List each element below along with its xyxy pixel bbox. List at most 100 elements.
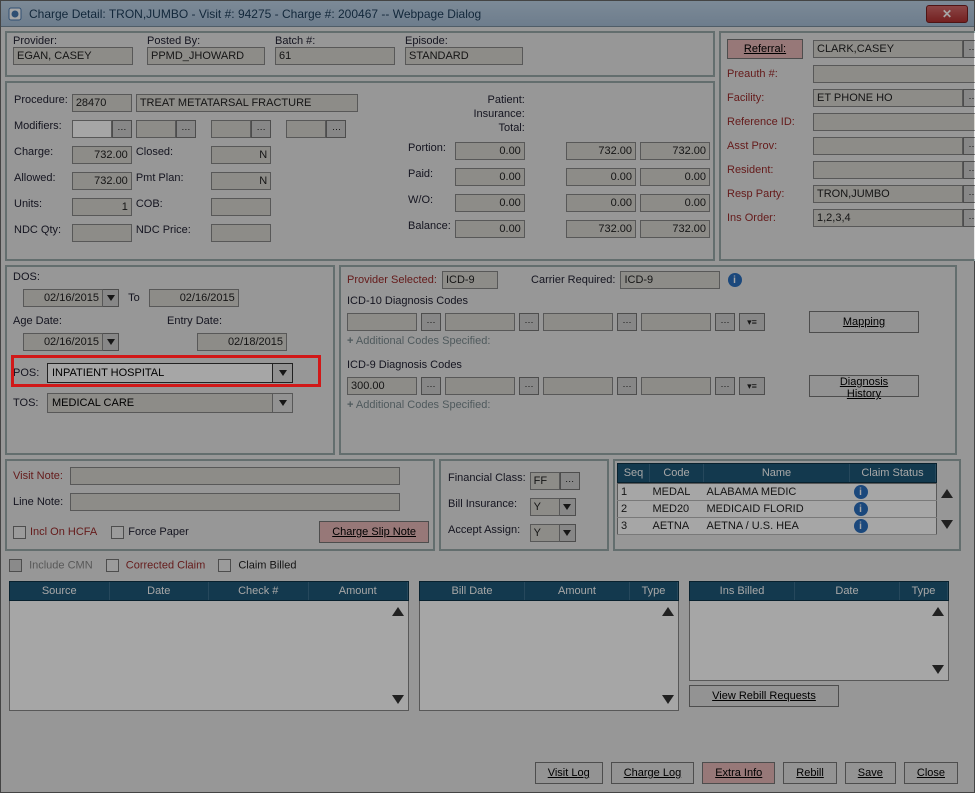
resident-lookup-button[interactable]: ⋯ — [963, 161, 975, 179]
icd10-code1-field[interactable] — [347, 313, 417, 331]
table-row[interactable]: 3 AETNA AETNA / U.S. HEA i — [618, 518, 937, 535]
cob-field[interactable] — [211, 198, 271, 216]
pos-select[interactable] — [47, 363, 293, 383]
charge-slip-button[interactable]: Charge Slip Note — [319, 521, 429, 543]
scroll-down-button[interactable] — [941, 520, 953, 529]
linenote-field[interactable] — [70, 493, 400, 511]
ins-lookup-button[interactable]: ⋯ — [963, 209, 975, 227]
allowed-field[interactable] — [72, 172, 132, 190]
icd9-code3-field[interactable] — [543, 377, 613, 395]
referral-button[interactable]: Referral: — [727, 39, 803, 59]
procedure-desc-field[interactable] — [136, 94, 358, 112]
scroll-up-button[interactable] — [392, 607, 404, 616]
mapping-button[interactable]: Mapping — [809, 311, 919, 333]
icd10-code4-lookup[interactable]: ⋯ — [715, 313, 735, 331]
table-row[interactable]: 1 MEDAL ALABAMA MEDIC i — [618, 484, 937, 501]
icd9-code1-field[interactable] — [347, 377, 417, 395]
refid-field[interactable] — [813, 113, 975, 131]
icd10-code1-lookup[interactable]: ⋯ — [421, 313, 441, 331]
bi-dropdown[interactable] — [560, 498, 576, 516]
icd10-code3-lookup[interactable]: ⋯ — [617, 313, 637, 331]
modifier4-field[interactable] — [286, 120, 326, 138]
resp-field[interactable] — [813, 185, 963, 203]
info-icon[interactable]: i — [854, 519, 868, 533]
tos-input[interactable] — [47, 393, 273, 413]
visit-log-button[interactable]: Visit Log — [535, 762, 603, 784]
claim-billed-checkbox[interactable] — [218, 559, 231, 572]
view-rebill-button[interactable]: View Rebill Requests — [689, 685, 839, 707]
save-button[interactable]: Save — [845, 762, 896, 784]
fc-lookup-button[interactable]: ⋯ — [560, 472, 580, 490]
table-row[interactable]: 2 MED20 MEDICAID FLORID i — [618, 501, 937, 518]
ins-field[interactable] — [813, 209, 963, 227]
scroll-up-button[interactable] — [932, 607, 944, 616]
tos-select[interactable] — [47, 393, 293, 413]
info-icon[interactable]: i — [854, 485, 868, 499]
incl-hcfa-checkbox[interactable] — [13, 526, 26, 539]
procedure-code-field[interactable] — [72, 94, 132, 112]
entry-field[interactable] — [197, 333, 287, 351]
carreq-info-icon[interactable]: i — [728, 273, 742, 287]
window-close-button[interactable]: ✕ — [926, 5, 968, 23]
force-paper-checkbox[interactable] — [111, 526, 124, 539]
rebill-button[interactable]: Rebill — [783, 762, 837, 784]
icd9-code3-lookup[interactable]: ⋯ — [617, 377, 637, 395]
include-cmn-checkbox[interactable] — [9, 559, 22, 572]
scroll-up-button[interactable] — [662, 607, 674, 616]
facility-field[interactable] — [813, 89, 963, 107]
modifier3-field[interactable] — [211, 120, 251, 138]
episode-field[interactable] — [405, 47, 523, 65]
aa-field[interactable] — [530, 524, 560, 542]
resident-field[interactable] — [813, 161, 963, 179]
scroll-down-button[interactable] — [662, 695, 674, 704]
charge-field[interactable] — [72, 146, 132, 164]
charge-log-button[interactable]: Charge Log — [611, 762, 695, 784]
icd9-code4-lookup[interactable]: ⋯ — [715, 377, 735, 395]
modifier2-field[interactable] — [136, 120, 176, 138]
modifier2-lookup-button[interactable]: ⋯ — [176, 120, 196, 138]
dos-to-field[interactable] — [149, 289, 239, 307]
fc-field[interactable] — [530, 472, 560, 490]
pmtplan-field[interactable] — [211, 172, 271, 190]
dos-from-field[interactable] — [23, 289, 103, 307]
resp-lookup-button[interactable]: ⋯ — [963, 185, 975, 203]
age-field[interactable] — [23, 333, 103, 351]
batch-field[interactable] — [275, 47, 395, 65]
icd9-more-button[interactable]: ▾≡ — [739, 377, 765, 395]
preauth-field[interactable] — [813, 65, 975, 83]
provider-field[interactable] — [13, 47, 133, 65]
referral-field[interactable] — [813, 40, 963, 58]
asst-field[interactable] — [813, 137, 963, 155]
extra-info-button[interactable]: Extra Info — [702, 762, 775, 784]
modifier3-lookup-button[interactable]: ⋯ — [251, 120, 271, 138]
ndcqty-field[interactable] — [72, 224, 132, 242]
icd9-code2-lookup[interactable]: ⋯ — [519, 377, 539, 395]
units-field[interactable] — [72, 198, 132, 216]
scroll-down-button[interactable] — [392, 695, 404, 704]
aa-dropdown[interactable] — [560, 524, 576, 542]
referral-lookup-button[interactable]: ⋯ — [963, 40, 975, 58]
modifier1-lookup-button[interactable]: ⋯ — [112, 120, 132, 138]
postedby-field[interactable] — [147, 47, 265, 65]
icd10-code3-field[interactable] — [543, 313, 613, 331]
icd9-code2-field[interactable] — [445, 377, 515, 395]
facility-lookup-button[interactable]: ⋯ — [963, 89, 975, 107]
icd10-code2-field[interactable] — [445, 313, 515, 331]
modifier1-field[interactable] — [72, 120, 112, 138]
icd9-code4-field[interactable] — [641, 377, 711, 395]
diaghist-button[interactable]: Diagnosis History — [809, 375, 919, 397]
modifier4-lookup-button[interactable]: ⋯ — [326, 120, 346, 138]
scroll-down-button[interactable] — [932, 665, 944, 674]
icd10-code4-field[interactable] — [641, 313, 711, 331]
ndcprice-field[interactable] — [211, 224, 271, 242]
pos-input[interactable] — [47, 363, 273, 383]
asst-lookup-button[interactable]: ⋯ — [963, 137, 975, 155]
dos-from-dropdown[interactable] — [103, 289, 119, 307]
closed-field[interactable] — [211, 146, 271, 164]
scroll-up-button[interactable] — [941, 489, 953, 498]
bi-field[interactable] — [530, 498, 560, 516]
age-dropdown[interactable] — [103, 333, 119, 351]
icd9-code1-lookup[interactable]: ⋯ — [421, 377, 441, 395]
icd10-more-button[interactable]: ▾≡ — [739, 313, 765, 331]
icd10-code2-lookup[interactable]: ⋯ — [519, 313, 539, 331]
